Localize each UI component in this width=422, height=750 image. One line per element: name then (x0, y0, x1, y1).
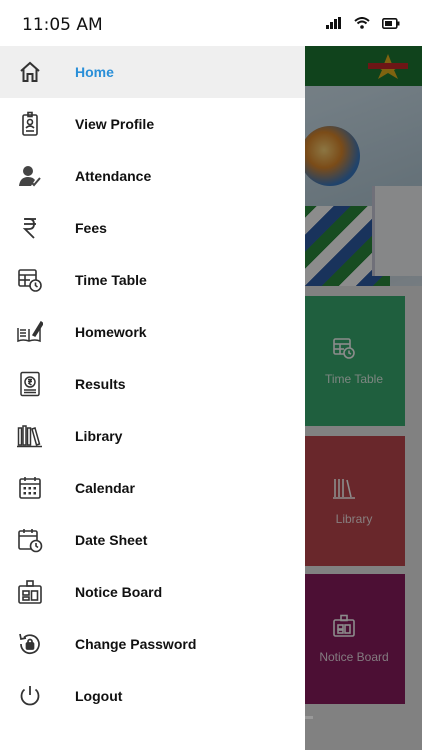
menu-label: Calendar (75, 480, 135, 496)
menu-label: Results (75, 376, 126, 392)
battery-icon (382, 16, 400, 34)
menu-item-date-sheet[interactable]: Date Sheet (0, 514, 305, 566)
home-icon (17, 59, 43, 85)
menu-item-view-profile[interactable]: View Profile (0, 98, 305, 150)
menu-label: Time Table (75, 272, 147, 288)
menu-label: Logout (75, 688, 123, 704)
menu-item-homework[interactable]: Homework (0, 306, 305, 358)
menu-label: Fees (75, 220, 107, 236)
menu-item-notice-board[interactable]: Notice Board (0, 566, 305, 618)
menu-item-results[interactable]: Results (0, 358, 305, 410)
id-card-icon (17, 111, 43, 137)
signal-icon (326, 16, 342, 34)
menu-label: Change Password (75, 636, 197, 652)
calendar-icon (17, 475, 43, 501)
menu-label: Home (75, 64, 114, 80)
person-check-icon (17, 163, 43, 189)
menu-label: View Profile (75, 116, 155, 132)
status-bar: 11:05 AM (0, 0, 422, 46)
wifi-icon (354, 16, 370, 34)
timetable-icon (17, 267, 43, 293)
notice-board-icon (17, 579, 43, 605)
menu-item-fees[interactable]: Fees (0, 202, 305, 254)
result-icon (17, 371, 43, 397)
menu-item-calendar[interactable]: Calendar (0, 462, 305, 514)
menu-label: Attendance (75, 168, 152, 184)
menu-item-home[interactable]: Home (0, 46, 305, 98)
date-sheet-icon (17, 527, 43, 553)
menu-item-change-password[interactable]: Change Password (0, 618, 305, 670)
menu-item-library[interactable]: Library (0, 410, 305, 462)
status-time: 11:05 AM (22, 15, 103, 35)
menu-item-time-table[interactable]: Time Table (0, 254, 305, 306)
lock-reset-icon (17, 631, 43, 657)
menu-label: Notice Board (75, 584, 163, 600)
menu-item-logout[interactable]: Logout (0, 670, 305, 722)
rupee-icon (17, 215, 43, 241)
menu-label: Date Sheet (75, 532, 148, 548)
power-icon (17, 683, 43, 709)
book-pen-icon (17, 319, 45, 345)
books-icon (17, 423, 43, 449)
scroll-indicator (305, 716, 313, 719)
navigation-drawer: Home View Profile Attendance Fees Time T… (0, 46, 305, 750)
menu-item-attendance[interactable]: Attendance (0, 150, 305, 202)
menu-label: Homework (75, 324, 147, 340)
menu-label: Library (75, 428, 123, 444)
